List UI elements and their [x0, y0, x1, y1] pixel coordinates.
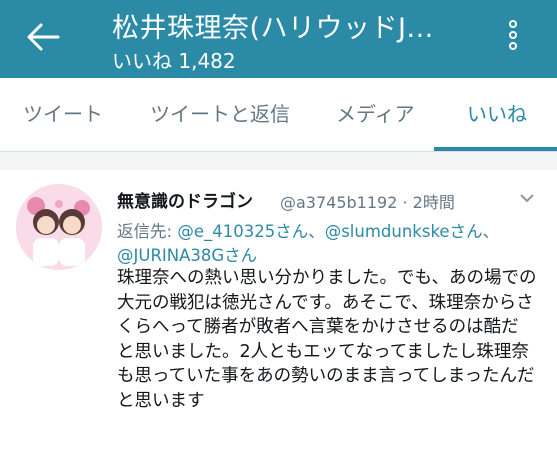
- profile-tabs: ツイート ツイートと返信 メディア いいね: [0, 78, 557, 152]
- handle[interactable]: @a3745b1192: [280, 193, 397, 212]
- app-bar: 松井珠理奈(ハリウッドJ... いいね 1,482: [0, 0, 557, 78]
- chevron-down-icon[interactable]: [519, 192, 535, 204]
- reply-separator: 、: [308, 222, 325, 241]
- likes-count-line: いいね 1,482: [112, 45, 236, 74]
- mention-link[interactable]: @e_410325さん: [177, 222, 308, 241]
- reply-separator: 、: [482, 222, 500, 241]
- reply-prefix: 返信先:: [117, 222, 178, 241]
- active-tab-indicator: [434, 147, 557, 151]
- mention-link[interactable]: @slumdunkskeさん: [325, 222, 483, 241]
- display-name[interactable]: 無意識のドラゴン: [117, 187, 253, 212]
- timestamp: · 2時間: [402, 193, 455, 212]
- avatar[interactable]: [16, 184, 102, 270]
- more-vertical-icon[interactable]: [506, 20, 520, 56]
- tweet-card[interactable]: 無意識のドラゴン @a3745b1192 · 2時間 返信先: @e_41032…: [0, 170, 557, 456]
- tab-likes[interactable]: いいね: [467, 78, 527, 151]
- profile-title: 松井珠理奈(ハリウッドJ...: [112, 13, 434, 44]
- divider: [0, 152, 557, 170]
- tab-tweets[interactable]: ツイート: [23, 78, 103, 151]
- likes-count: 1,482: [178, 49, 236, 73]
- back-arrow-icon[interactable]: [26, 22, 60, 52]
- reply-context: 返信先: @e_410325さん、@slumdunkskeさん、@JURINA3…: [117, 220, 537, 268]
- tweet-text: 珠理奈への熱い思い分かりました。でも、あの場での大元の戦犯は徳光さんです。あそこ…: [117, 268, 537, 411]
- tweet-meta: @a3745b1192 · 2時間: [280, 189, 455, 213]
- likes-label: いいね: [112, 49, 172, 73]
- tab-tweets-and-replies[interactable]: ツイートと返信: [150, 78, 290, 151]
- tab-media[interactable]: メディア: [336, 78, 415, 151]
- mention-link[interactable]: @JURINA38Gさん: [117, 246, 257, 265]
